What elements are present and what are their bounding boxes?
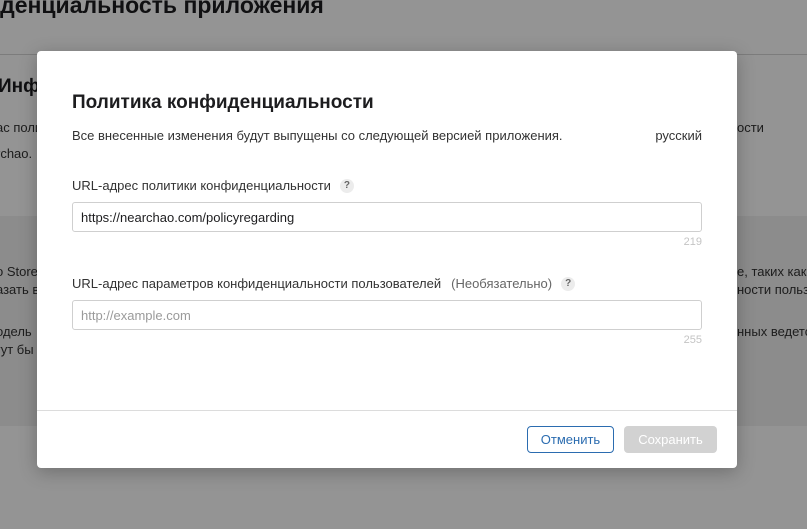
- privacy-choices-url-label: URL-адрес параметров конфиденциальности …: [72, 276, 576, 291]
- privacy-policy-dialog: Политика конфиденциальности Все внесенны…: [37, 51, 737, 468]
- save-button[interactable]: Сохранить: [624, 426, 717, 453]
- dialog-description: Все внесенные изменения будут выпущены с…: [72, 128, 563, 143]
- privacy-policy-url-input[interactable]: [72, 202, 702, 232]
- char-counter: 255: [683, 334, 702, 346]
- footer-divider: [37, 410, 737, 411]
- help-icon[interactable]: ?: [561, 276, 576, 291]
- help-icon[interactable]: ?: [339, 178, 354, 193]
- char-counter: 219: [683, 236, 702, 248]
- privacy-choices-url-input[interactable]: [72, 300, 702, 330]
- privacy-policy-url-label: URL-адрес политики конфиденциальности ?: [72, 178, 354, 193]
- dialog-title: Политика конфиденциальности: [72, 92, 374, 113]
- language-label: русский: [655, 128, 702, 143]
- cancel-button[interactable]: Отменить: [527, 426, 614, 453]
- privacy-policy-url-label-text: URL-адрес политики конфиденциальности: [72, 178, 331, 193]
- privacy-choices-url-label-text: URL-адрес параметров конфиденциальности …: [72, 276, 442, 291]
- optional-label: (Необязательно): [451, 276, 553, 291]
